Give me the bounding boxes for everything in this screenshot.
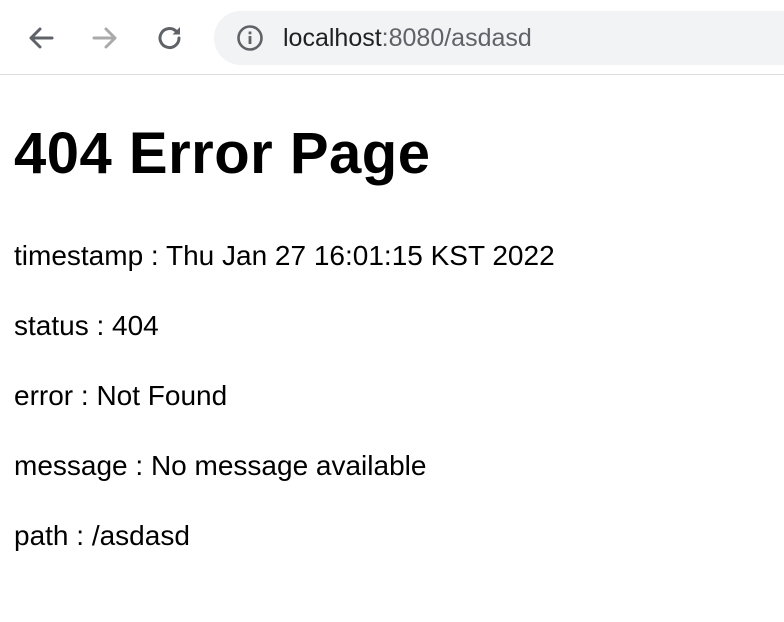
path-line: path : /asdasd <box>14 520 190 551</box>
back-button[interactable] <box>19 16 63 60</box>
url-text[interactable]: localhost:8080/asdasd <box>283 11 532 65</box>
error-line: error : Not Found <box>14 380 228 411</box>
info-circle-icon[interactable] <box>236 24 264 52</box>
reload-icon <box>158 27 181 50</box>
status-line: status : 404 <box>14 310 159 341</box>
arrow-right-icon <box>92 27 117 49</box>
address-bar[interactable]: localhost:8080/asdasd <box>214 11 784 65</box>
message-line: message : No message available <box>14 450 427 481</box>
page-title: 404 Error Page <box>14 121 431 186</box>
forward-button[interactable] <box>83 16 127 60</box>
arrow-left-icon <box>29 27 54 49</box>
browser-toolbar: localhost:8080/asdasd <box>0 0 784 75</box>
url-host: localhost <box>283 24 382 52</box>
url-path: :8080/asdasd <box>381 24 532 52</box>
timestamp-line: timestamp : Thu Jan 27 16:01:15 KST 2022 <box>14 240 555 271</box>
reload-button[interactable] <box>148 16 192 60</box>
